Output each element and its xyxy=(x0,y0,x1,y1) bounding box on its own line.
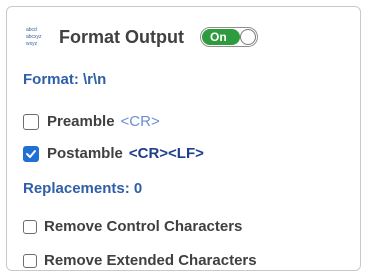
format-line: Format: \r\n xyxy=(23,71,107,88)
remove-extended-checkbox[interactable] xyxy=(23,253,37,268)
preamble-code: <CR> xyxy=(120,113,160,130)
postamble-code: <CR><LF> xyxy=(128,145,204,162)
checkmark-icon xyxy=(26,149,36,158)
remove-control-checkbox[interactable] xyxy=(23,219,37,234)
preamble-checkbox[interactable] xyxy=(23,113,39,130)
preamble-row: Preamble <CR> xyxy=(23,113,160,130)
format-output-panel: abcd abcxyz wxyz Format Output On Format… xyxy=(6,6,361,271)
remove-control-label: Remove Control Characters xyxy=(44,218,243,235)
remove-control-row: Remove Control Characters xyxy=(23,218,242,235)
output-toggle[interactable]: On xyxy=(199,27,258,47)
postamble-label: Postamble xyxy=(47,145,123,162)
replacements-count: Replacements: 0 xyxy=(23,180,143,197)
toggle-knob xyxy=(239,29,256,45)
panel-title: Format Output xyxy=(59,26,184,47)
remove-extended-row: Remove Extended Characters xyxy=(23,252,257,269)
svg-text:wxyz: wxyz xyxy=(26,41,38,47)
svg-text:abcxyz: abcxyz xyxy=(26,34,42,40)
svg-text:abcd: abcd xyxy=(26,27,37,33)
format-output-icon: abcd abcxyz wxyz xyxy=(26,27,42,47)
remove-extended-label: Remove Extended Characters xyxy=(44,252,257,269)
postamble-checkbox[interactable] xyxy=(23,145,39,162)
panel-header: abcd abcxyz wxyz Format Output On xyxy=(25,23,258,51)
toggle-label: On xyxy=(209,30,227,44)
postamble-row: Postamble <CR><LF> xyxy=(23,145,204,162)
preamble-label: Preamble xyxy=(47,113,115,130)
